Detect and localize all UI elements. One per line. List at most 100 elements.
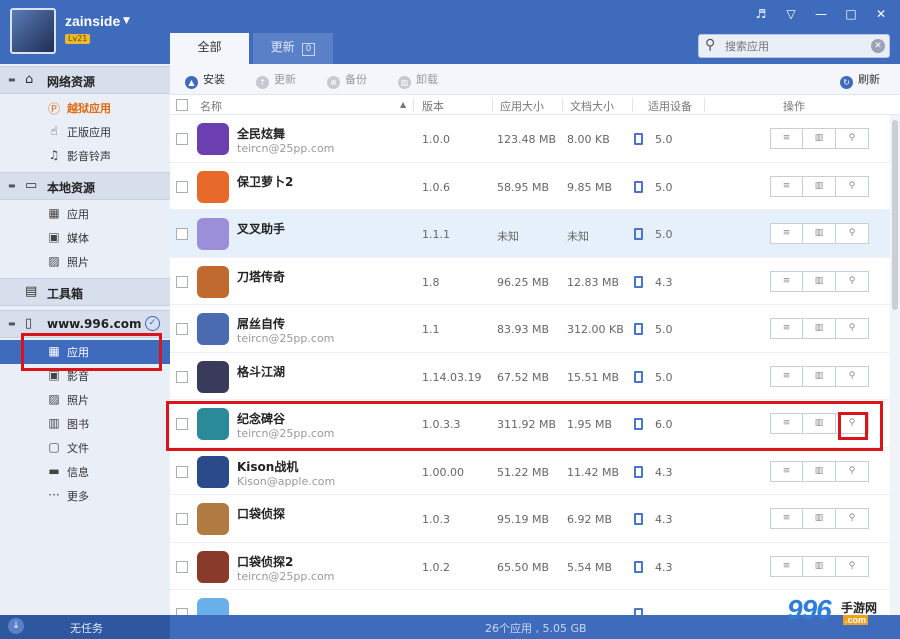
maximize-icon[interactable]: □ [844, 7, 858, 21]
sidebar-item-device-books[interactable]: ▥ 图书 [0, 412, 170, 436]
close-icon[interactable]: ✕ [874, 7, 888, 21]
delete-icon[interactable]: ▥ [803, 318, 836, 339]
clear-search-icon[interactable]: ✕ [871, 39, 885, 53]
column-device[interactable]: 适用设备 [648, 98, 692, 114]
table-row[interactable]: 刀塔传奇 1.8 96.25 MB 12.83 MB 4.3 ≡ ▥ ⚲ [170, 257, 890, 305]
delete-icon[interactable]: ▥ [803, 460, 836, 482]
select-all-checkbox[interactable] [176, 99, 188, 111]
table-row[interactable]: 叉叉助手 1.1.1 未知 未知 5.0 ≡ ▥ ⚲ [170, 210, 890, 258]
row-checkbox[interactable] [176, 180, 188, 193]
backup-label: 备份 [345, 73, 367, 86]
delete-icon[interactable]: ▥ [803, 223, 836, 244]
column-app-size[interactable]: 应用大小 [500, 98, 544, 114]
view-icon[interactable]: ⚲ [836, 555, 869, 577]
sort-asc-icon[interactable]: ▲ [400, 100, 406, 109]
table-row[interactable]: 口袋侦探 1.0.3 95.19 MB 6.92 MB 4.3 ≡ ▥ ⚲ [170, 495, 890, 543]
delete-icon[interactable]: ▥ [803, 508, 836, 529]
section-tools[interactable]: ▤ 工具箱 [0, 278, 170, 306]
uninstall-button[interactable]: ▥ 卸载 [398, 71, 438, 89]
details-icon[interactable]: ≡ [770, 270, 803, 292]
table-row[interactable]: 全民炫舞 teircn@25pp.com 1.0.0 123.48 MB 8.00 KB… [170, 115, 890, 163]
sidebar-item-media-ringtones[interactable]: ♫ 影音铃声 [0, 144, 170, 168]
row-checkbox[interactable] [176, 608, 188, 615]
table-row[interactable]: 屌丝自传 teircn@25pp.com 1.1 83.93 MB 312.00 KB 5… [170, 305, 890, 353]
app-version: 1.0.3 [422, 513, 450, 526]
collapse-icon[interactable]: ▬ [8, 181, 16, 190]
row-checkbox[interactable] [176, 370, 188, 383]
details-icon[interactable]: ≡ [770, 318, 803, 339]
collapse-icon[interactable]: ▬ [8, 319, 16, 328]
view-icon[interactable]: ⚲ [836, 175, 869, 197]
sidebar-item-device-photos[interactable]: ▨ 照片 [0, 388, 170, 412]
tab-update[interactable]: 更新 0 [253, 33, 333, 64]
tab-all[interactable]: 全部 [170, 33, 249, 64]
row-checkbox[interactable] [176, 275, 188, 288]
view-icon[interactable]: ⚲ [836, 365, 869, 387]
update-button[interactable]: ↑ 更新 [256, 71, 296, 89]
details-icon[interactable]: ≡ [770, 365, 803, 387]
column-name[interactable]: 名称 [200, 98, 222, 114]
top-bar: zainside ▼ Lv21 ♬ ▽ — □ ✕ 全部 更新 0 ⚲ ✕ [0, 0, 900, 64]
sidebar-item-device-more[interactable]: ··· 更多 [0, 484, 170, 508]
sidebar-item-local-photos[interactable]: ▨ 照片 [0, 250, 170, 274]
grid-icon: ▦ [48, 206, 60, 220]
username[interactable]: zainside [65, 13, 120, 29]
row-checkbox[interactable] [176, 133, 188, 145]
vertical-scrollbar[interactable] [890, 115, 900, 615]
table-row[interactable]: 保卫萝卜2 1.0.6 58.95 MB 9.85 MB 5.0 ≡ ▥ ⚲ [170, 162, 890, 210]
update-icon: ↑ [256, 76, 269, 89]
details-icon[interactable]: ≡ [770, 175, 803, 197]
column-version[interactable]: 版本 [422, 98, 444, 114]
details-icon[interactable]: ≡ [770, 555, 803, 577]
details-icon[interactable]: ≡ [770, 223, 803, 244]
sidebar-item-device-files[interactable]: ▢ 文件 [0, 436, 170, 460]
row-checkbox[interactable] [176, 228, 188, 240]
table-row[interactable] [170, 590, 890, 615]
section-online[interactable]: ▬ ⌂ 网络资源 [0, 66, 170, 94]
avatar[interactable] [10, 8, 56, 54]
delete-icon[interactable]: ▥ [803, 270, 836, 292]
view-icon[interactable]: ⚲ [836, 270, 869, 292]
min-ios-version: 4.3 [655, 513, 673, 526]
sidebar-item-local-apps[interactable]: ▦ 应用 [0, 202, 170, 226]
dropdown-menu-icon[interactable]: ▽ [784, 7, 798, 21]
column-doc-size[interactable]: 文档大小 [570, 98, 614, 114]
row-checkbox[interactable] [176, 465, 188, 478]
row-checkbox[interactable] [176, 560, 188, 573]
delete-icon[interactable]: ▥ [803, 128, 836, 149]
collapse-icon[interactable]: ▬ [8, 75, 16, 84]
delete-icon[interactable]: ▥ [803, 555, 836, 577]
sidebar-item-device-messages[interactable]: ▬ 信息 [0, 460, 170, 484]
delete-icon[interactable]: ▥ [803, 175, 836, 197]
details-icon[interactable]: ≡ [770, 128, 803, 149]
sidebar-item-official-apps[interactable]: ☝ 正版应用 [0, 120, 170, 144]
scrollbar-thumb[interactable] [892, 120, 898, 310]
section-local[interactable]: ▬ ▭ 本地资源 [0, 172, 170, 200]
minimize-icon[interactable]: — [814, 7, 828, 21]
delete-icon[interactable]: ▥ [803, 365, 836, 387]
view-icon[interactable]: ⚲ [836, 318, 869, 339]
sidebar-item-local-media[interactable]: ▣ 媒体 [0, 226, 170, 250]
install-button[interactable]: ▲ 安装 [185, 71, 225, 89]
sidebar-item-jailbreak-apps[interactable]: Ⓟ 越狱应用 [0, 96, 170, 120]
row-actions: ≡ ▥ ⚲ [770, 223, 869, 244]
row-checkbox[interactable] [176, 513, 188, 525]
view-icon[interactable]: ⚲ [836, 223, 869, 244]
table-row[interactable]: 口袋侦探2 teircn@25pp.com 1.0.2 65.50 MB 5.54 MB… [170, 542, 890, 590]
details-icon[interactable]: ≡ [770, 460, 803, 482]
details-icon[interactable]: ≡ [770, 508, 803, 529]
table-row[interactable]: Kison战机 Kison@apple.com 1.00.00 51.22 MB 11.… [170, 447, 890, 495]
backup-button[interactable]: ⊕ 备份 [327, 71, 367, 89]
table-row[interactable]: 格斗江湖 1.14.03.19 67.52 MB 15.51 MB 5.0 ≡ ▥ ⚲ [170, 352, 890, 400]
view-icon[interactable]: ⚲ [836, 460, 869, 482]
user-menu-caret-icon[interactable]: ▼ [123, 16, 130, 26]
app-name: Kison战机 [237, 459, 299, 474]
task-panel[interactable]: ↓ 无任务 [0, 615, 170, 639]
watermark-tld: .com [843, 615, 869, 625]
refresh-button[interactable]: ↻ 刷新 [840, 71, 880, 89]
view-icon[interactable]: ⚲ [836, 128, 869, 149]
row-checkbox[interactable] [176, 323, 188, 335]
view-icon[interactable]: ⚲ [836, 508, 869, 529]
search-input[interactable] [725, 38, 865, 54]
music-icon[interactable]: ♬ [754, 7, 768, 21]
